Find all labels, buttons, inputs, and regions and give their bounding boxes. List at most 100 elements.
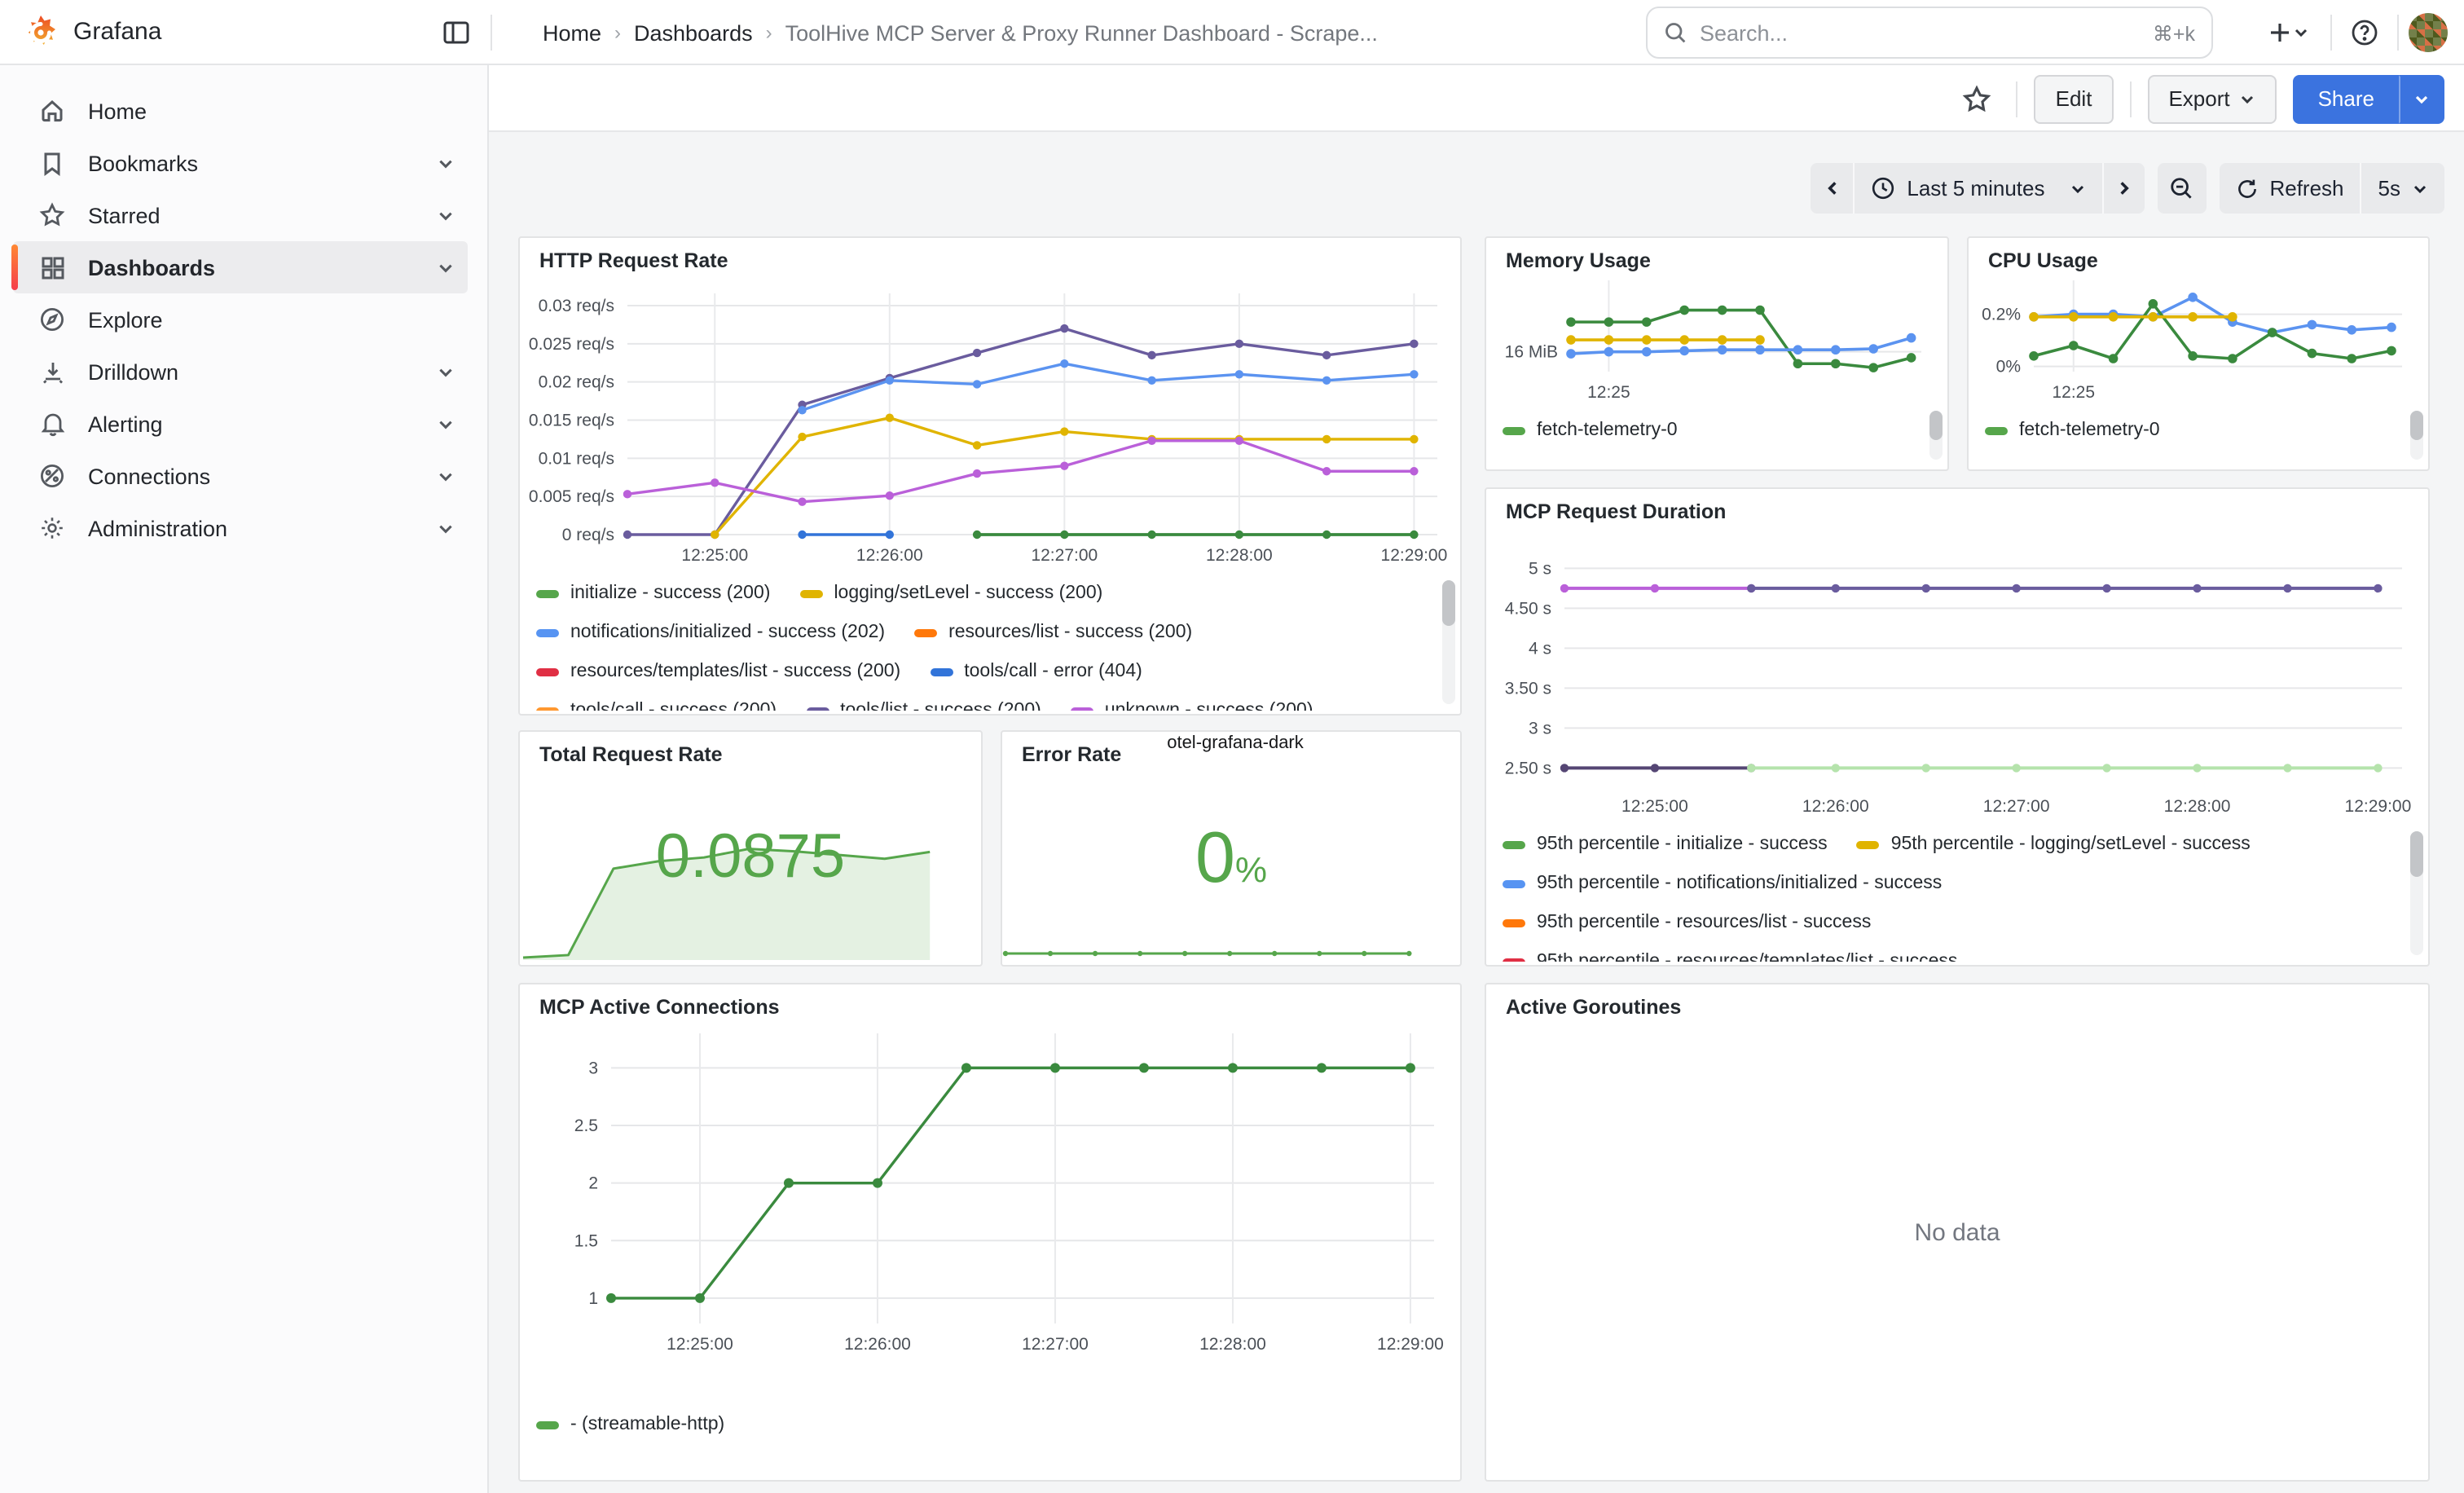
legend-item[interactable]: tools/call - success (200)	[536, 701, 777, 711]
chevron-down-icon[interactable]	[437, 206, 455, 224]
question-circle-icon	[2350, 18, 2379, 47]
toolbar-divider	[2129, 81, 2131, 117]
legend-item[interactable]: fetch-telemetry-0	[1985, 421, 2160, 440]
legend-item[interactable]: resources/templates/list - success (200)	[536, 662, 900, 681]
chevron-down-icon[interactable]	[437, 467, 455, 485]
connections-legend: - (streamable-http)	[536, 1405, 1434, 1477]
legend-item[interactable]: notifications/initialized - success (202…	[536, 623, 885, 642]
sidebar-item-home[interactable]: Home	[13, 85, 468, 137]
edit-button[interactable]: Edit	[2035, 74, 2114, 123]
sidebar-item-explore[interactable]: Explore	[13, 293, 468, 346]
legend-item[interactable]: resources/list - success (200)	[914, 623, 1192, 642]
zoom-out-button[interactable]	[2157, 163, 2206, 214]
sidebar-item-label: Connections	[88, 464, 437, 488]
time-shift-forward-button[interactable]	[2101, 163, 2144, 214]
legend-item[interactable]: tools/list - success (200)	[806, 701, 1041, 711]
refresh-label: Refresh	[2269, 176, 2343, 200]
panel-active-goroutines[interactable]: Active Goroutines No data	[1485, 983, 2430, 1482]
error-rate-number: 0	[1195, 818, 1235, 898]
compass-icon	[39, 306, 65, 333]
panel-cpu-usage[interactable]: CPU Usage 0.2%0%12:25 fetch-telemetry-0	[1967, 236, 2430, 471]
chevron-down-icon[interactable]	[437, 258, 455, 276]
chevron-down-icon[interactable]	[437, 519, 455, 537]
refresh-interval-picker[interactable]: 5s	[2361, 163, 2444, 214]
mcp-active-connections-chart[interactable]: 11.522.5312:25:0012:26:0012:27:0012:28:0…	[520, 984, 1460, 1395]
sidebar-nav: Home Bookmarks Starred Dashboards Explor…	[0, 65, 489, 1493]
legend-scrollbar[interactable]	[2410, 831, 2423, 955]
legend-scrollbar[interactable]	[2410, 411, 2423, 460]
legend-label: fetch-telemetry-0	[2019, 421, 2160, 440]
chevron-down-icon[interactable]	[437, 415, 455, 433]
sidebar-item-bookmarks[interactable]: Bookmarks	[13, 137, 468, 189]
legend-item[interactable]: unknown - success (200)	[1071, 701, 1313, 711]
legend-item[interactable]: 95th percentile - logging/setLevel - suc…	[1857, 835, 2251, 854]
add-button[interactable]	[2255, 10, 2321, 55]
sidebar-item-label: Dashboards	[88, 255, 437, 280]
brand[interactable]: Grafana	[0, 12, 424, 51]
error-rate-sparkline[interactable]	[1002, 934, 1460, 963]
svg-text:0.015 req/s: 0.015 req/s	[529, 411, 614, 429]
svg-text:12:26:00: 12:26:00	[1802, 797, 1869, 816]
legend-scrollbar[interactable]	[1442, 580, 1455, 704]
legend-swatch	[930, 667, 953, 676]
sidebar-item-dashboards[interactable]: Dashboards	[13, 241, 468, 293]
legend-item[interactable]: 95th percentile - resources/list - succe…	[1503, 913, 1871, 932]
legend-item[interactable]: 95th percentile - notifications/initiali…	[1503, 874, 1942, 893]
home-icon	[39, 98, 65, 124]
panel-total-request-rate[interactable]: Total Request Rate 0.0875	[518, 730, 983, 967]
chevron-down-icon[interactable]	[437, 363, 455, 381]
refresh-icon	[2235, 177, 2258, 200]
legend-item[interactable]: fetch-telemetry-0	[1503, 421, 1678, 440]
legend-swatch	[1503, 840, 1525, 848]
legend-item[interactable]: 95th percentile - resources/templates/li…	[1503, 952, 1957, 962]
search-box[interactable]: ⌘+k	[1646, 7, 2213, 59]
legend-item[interactable]: 95th percentile - initialize - success	[1503, 835, 1828, 854]
sidebar-item-administration[interactable]: Administration	[13, 502, 468, 554]
legend-label: resources/templates/list - success (200)	[570, 662, 900, 681]
favorite-star-button[interactable]	[1955, 76, 2000, 121]
time-shift-back-button[interactable]	[1811, 163, 1853, 214]
user-avatar[interactable]	[2409, 13, 2448, 52]
panel-title: CPU Usage	[1988, 249, 2098, 272]
panel-mcp-request-duration[interactable]: MCP Request Duration 2.50 s3 s3.50 s4 s4…	[1485, 487, 2430, 967]
time-range-picker[interactable]: Last 5 minutes	[1853, 163, 2101, 214]
sidebar-item-label: Drilldown	[88, 359, 437, 384]
sidebar-item-alerting[interactable]: Alerting	[13, 398, 468, 450]
share-button[interactable]: Share	[2294, 74, 2399, 123]
legend-item[interactable]: - (streamable-http)	[536, 1415, 724, 1434]
panel-memory-usage[interactable]: Memory Usage 16 MiB12:25 fetch-telemetry…	[1485, 236, 1949, 471]
help-button[interactable]	[2342, 10, 2387, 55]
legend-row: 95th percentile - resources/templates/li…	[1503, 942, 2402, 962]
legend-scrollbar[interactable]	[1929, 411, 1943, 460]
breadcrumb-current: ToolHive MCP Server & Proxy Runner Dashb…	[785, 20, 1378, 45]
chevron-down-icon[interactable]	[437, 154, 455, 172]
panel-error-rate[interactable]: Error Rate 0%	[1001, 730, 1462, 967]
svg-text:1.5: 1.5	[574, 1231, 598, 1250]
panel-title: Memory Usage	[1506, 249, 1651, 272]
mcp-request-duration-chart[interactable]: 2.50 s3 s3.50 s4 s4.50 s5 s12:25:0012:26…	[1486, 489, 2428, 828]
search-input[interactable]	[1700, 20, 2140, 45]
legend-label: fetch-telemetry-0	[1537, 421, 1678, 440]
svg-text:5 s: 5 s	[1529, 559, 1551, 578]
breadcrumb-dashboards[interactable]: Dashboards	[634, 20, 753, 45]
panel-title: Active Goroutines	[1506, 996, 1681, 1019]
legend-item[interactable]: logging/setLevel - success (200)	[799, 584, 1102, 603]
legend-label: tools/list - success (200)	[840, 701, 1041, 711]
legend-label: tools/call - success (200)	[570, 701, 777, 711]
export-button[interactable]: Export	[2147, 74, 2277, 123]
sidebar-item-connections[interactable]: Connections	[13, 450, 468, 502]
panel-http-request-rate[interactable]: HTTP Request Rate 0 req/s0.005 req/s0.01…	[518, 236, 1462, 716]
sidebar-item-drilldown[interactable]: Drilldown	[13, 346, 468, 398]
share-dropdown-button[interactable]	[2399, 74, 2444, 123]
sidebar-toggle-button[interactable]	[433, 10, 479, 55]
http-request-rate-chart[interactable]: 0 req/s0.005 req/s0.01 req/s0.015 req/s0…	[520, 238, 1460, 577]
legend-label: notifications/initialized - success (202…	[570, 623, 885, 642]
drilldown-icon	[39, 359, 65, 385]
legend-item[interactable]: initialize - success (200)	[536, 584, 770, 603]
sidebar-item-starred[interactable]: Starred	[13, 189, 468, 241]
legend-item[interactable]: tools/call - error (404)	[930, 662, 1142, 681]
panel-mcp-active-connections[interactable]: MCP Active Connections 11.522.5312:25:00…	[518, 983, 1462, 1482]
time-range-label: Last 5 minutes	[1907, 176, 2044, 200]
breadcrumb-home[interactable]: Home	[543, 20, 601, 45]
refresh-button[interactable]: Refresh	[2219, 163, 2360, 214]
